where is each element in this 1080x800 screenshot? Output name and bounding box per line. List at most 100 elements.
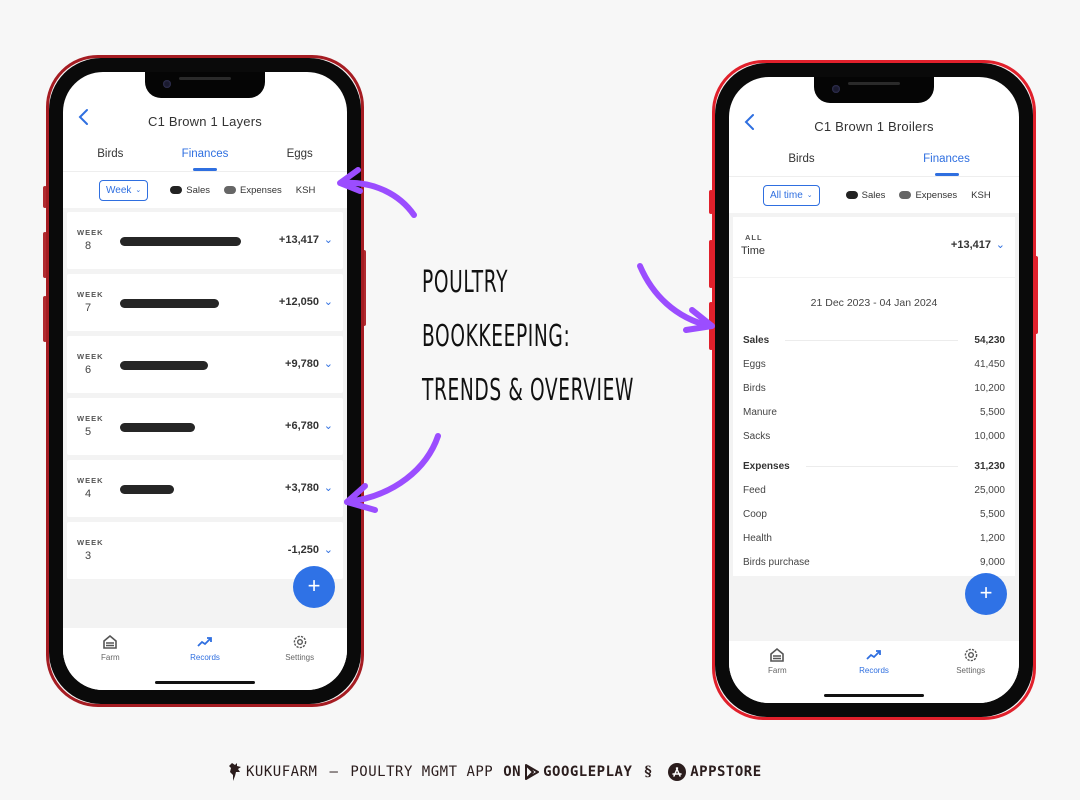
legend: Sales Expenses KSH xyxy=(845,189,991,201)
nav-farm-label: Farm xyxy=(101,653,120,662)
breakdown-item-name: Birds xyxy=(743,382,766,394)
period-select-value: All time xyxy=(770,189,803,201)
week-card[interactable]: WEEK 6 +9,780 ⌄ xyxy=(67,336,343,393)
nav-settings-label: Settings xyxy=(956,666,986,675)
nav-farm[interactable]: Farm xyxy=(63,628,158,690)
legend-expenses: Expenses xyxy=(240,184,282,196)
breakdown-row: Sacks 10,000 xyxy=(743,424,1005,448)
week-label: WEEK xyxy=(77,228,104,237)
week-label: WEEK xyxy=(77,538,104,547)
period-select[interactable]: Week ⌄ xyxy=(99,179,149,201)
footer-dash: — xyxy=(329,764,339,780)
summary-label-top: ALL xyxy=(745,233,763,242)
rooster-icon xyxy=(228,762,242,782)
arrow-to-weekly-list-icon xyxy=(344,433,441,513)
chevron-down-icon[interactable]: ⌄ xyxy=(324,233,333,246)
tab-birds[interactable]: Birds xyxy=(729,149,874,176)
nav-settings-label: Settings xyxy=(285,653,315,662)
left-phone-screen: C1 Brown 1 Layers Birds Finances Eggs We… xyxy=(63,72,347,690)
period-select[interactable]: All time ⌄ xyxy=(763,184,820,206)
barn-icon xyxy=(770,647,785,662)
week-net-value: +6,780 xyxy=(285,420,319,432)
tab-finances[interactable]: Finances xyxy=(158,144,253,171)
breakdown-row: Birds 10,200 xyxy=(743,376,1005,400)
sales-label: Sales xyxy=(743,334,770,346)
breakdown-row: Eggs 41,450 xyxy=(743,352,1005,376)
all-time-summary-card[interactable]: ALL Time +13,417 ⌄ xyxy=(733,217,1015,277)
tabs: Birds Finances Eggs xyxy=(63,144,347,172)
week-card[interactable]: WEEK 4 +3,780 ⌄ xyxy=(67,460,343,517)
breakdown-row: Feed 25,000 xyxy=(743,478,1005,502)
nav-farm-label: Farm xyxy=(768,666,787,675)
breakdown-item-name: Eggs xyxy=(743,358,766,370)
weekly-list: WEEK 8 +13,417 ⌄ WEEK 7 +12,050 ⌄ WEEK 6 +9,780 ⌄ WE… xyxy=(63,208,347,628)
week-net-value: +12,050 xyxy=(278,296,319,308)
front-camera xyxy=(163,80,171,88)
breakdown-row: Birds purchase 9,000 xyxy=(743,550,1005,574)
week-net-value: +13,417 xyxy=(278,234,319,246)
currency-label: KSH xyxy=(971,189,991,201)
legend: Sales Expenses KSH xyxy=(170,185,315,196)
week-card[interactable]: WEEK 8 +13,417 ⌄ xyxy=(67,212,343,269)
legend-sales: Sales xyxy=(861,189,886,201)
home-indicator[interactable] xyxy=(155,681,255,684)
back-button[interactable] xyxy=(743,113,765,135)
add-record-button[interactable]: + xyxy=(965,573,1007,615)
back-button[interactable] xyxy=(77,108,99,130)
app-store-link[interactable]: APPSTORE xyxy=(690,764,761,780)
breakdown-item-name: Coop xyxy=(743,508,767,520)
chevron-down-icon[interactable]: ⌄ xyxy=(324,419,333,432)
nav-farm[interactable]: Farm xyxy=(729,641,826,703)
speaker xyxy=(848,82,900,85)
chevron-down-icon[interactable]: ⌄ xyxy=(324,357,333,370)
week-sales-bar xyxy=(120,485,174,494)
notch xyxy=(145,72,265,98)
tab-finances[interactable]: Finances xyxy=(874,149,1019,176)
filter-row: Week ⌄ Sales Expenses KSH xyxy=(63,172,347,208)
nav-records-label: Records xyxy=(190,653,220,662)
breakdown-card: 21 Dec 2023 - 04 Jan 2024 Sales 54,230 E… xyxy=(733,278,1015,576)
week-number: 4 xyxy=(85,488,92,500)
notch xyxy=(814,77,934,103)
footer-on: ON xyxy=(503,764,522,780)
tab-birds[interactable]: Birds xyxy=(63,144,158,171)
chevron-down-icon[interactable]: ⌄ xyxy=(324,543,333,556)
week-card[interactable]: WEEK 7 +12,050 ⌄ xyxy=(67,274,343,331)
app-header: C1 Brown 1 Broilers xyxy=(729,103,1019,149)
week-number: 5 xyxy=(85,426,92,438)
week-label: WEEK xyxy=(77,414,104,423)
sales-legend-swatch xyxy=(845,191,858,199)
legend-sales: Sales xyxy=(186,184,211,196)
week-label: WEEK xyxy=(77,352,104,361)
nav-settings[interactable]: Settings xyxy=(922,641,1019,703)
bottom-nav: Farm Records Settings xyxy=(729,641,1019,703)
front-camera xyxy=(832,85,840,93)
nav-settings[interactable]: Settings xyxy=(252,628,347,690)
chevron-up-icon[interactable]: ⌄ xyxy=(996,238,1005,251)
chevron-down-icon[interactable]: ⌄ xyxy=(324,295,333,308)
app-store-icon xyxy=(668,763,687,781)
home-indicator[interactable] xyxy=(824,694,924,697)
footer: KUKUFARM — POULTRY MGMT APP ON GOOGLEPLA… xyxy=(224,761,762,783)
breakdown-item-amount: 10,000 xyxy=(974,430,1005,442)
plus-icon: + xyxy=(307,573,321,598)
google-play-link[interactable]: GOOGLEPLAY xyxy=(543,764,632,780)
add-record-button[interactable]: + xyxy=(293,566,335,608)
breakdown-item-amount: 10,200 xyxy=(974,382,1005,394)
breakdown-item-amount: 5,500 xyxy=(979,508,1005,520)
sales-legend-swatch xyxy=(170,186,183,194)
plus-icon: + xyxy=(979,580,993,605)
bottom-nav: Farm Records Settings xyxy=(63,628,347,690)
gear-icon xyxy=(293,635,306,649)
week-card[interactable]: WEEK 5 +6,780 ⌄ xyxy=(67,398,343,455)
chevron-down-icon[interactable]: ⌄ xyxy=(324,481,333,494)
left-phone: C1 Brown 1 Layers Birds Finances Eggs We… xyxy=(46,55,364,707)
week-number: 6 xyxy=(85,364,92,376)
barn-icon xyxy=(103,634,118,649)
chevron-down-icon: ⌄ xyxy=(135,187,142,194)
sales-total: 54,230 xyxy=(974,334,1005,346)
gear-icon xyxy=(964,648,977,662)
trending-up-icon xyxy=(197,637,212,647)
divider xyxy=(805,465,959,467)
arrow-to-breakdown-icon xyxy=(637,263,715,333)
